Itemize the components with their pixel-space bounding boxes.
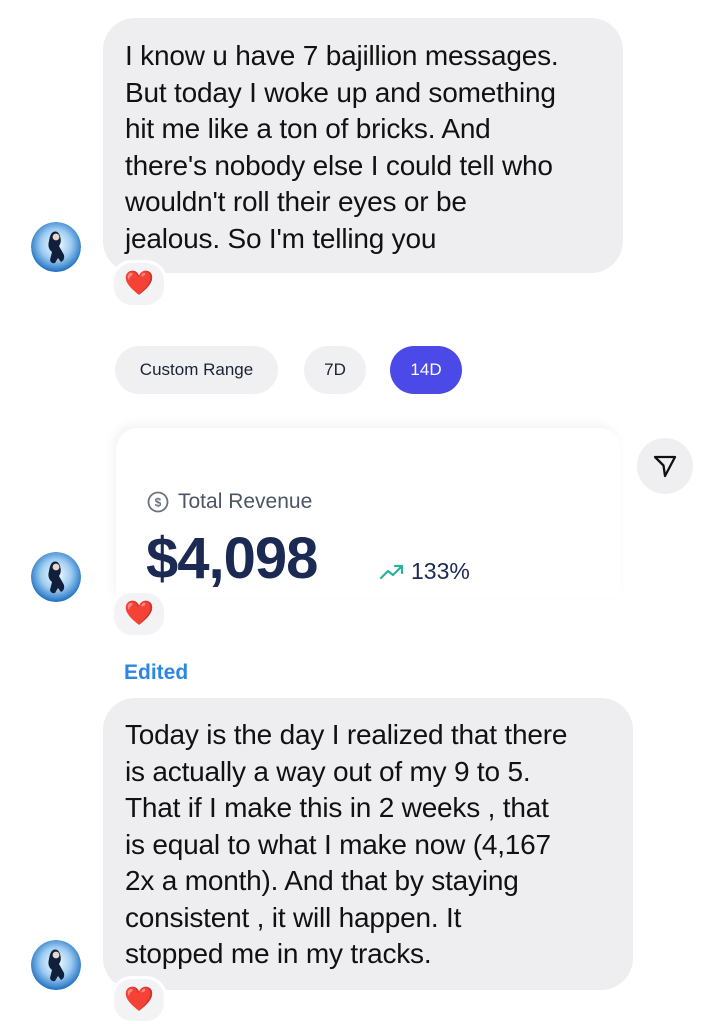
revenue-header: $ Total Revenue bbox=[147, 490, 312, 514]
dollar-circle-icon: $ bbox=[147, 491, 169, 513]
message-1: I know u have 7 bajillion messages. But … bbox=[0, 0, 713, 310]
avatar-image bbox=[31, 222, 81, 272]
svg-text:$: $ bbox=[155, 496, 162, 510]
chip-label: 7D bbox=[324, 360, 346, 379]
forward-button[interactable] bbox=[637, 438, 693, 494]
chip-14d[interactable]: 14D bbox=[390, 346, 462, 394]
heart-icon: ❤️ bbox=[124, 270, 154, 297]
edited-label: Edited bbox=[124, 661, 189, 684]
paper-plane-icon bbox=[653, 455, 677, 478]
chip-custom-range[interactable]: Custom Range bbox=[115, 346, 278, 394]
message-bubble[interactable]: I know u have 7 bajillion messages. But … bbox=[103, 18, 623, 273]
revenue-label: Total Revenue bbox=[178, 490, 313, 513]
reaction-heart[interactable]: ❤️ bbox=[111, 590, 167, 638]
avatar[interactable] bbox=[31, 222, 81, 272]
avatar[interactable] bbox=[31, 552, 81, 602]
message-text: I know u have 7 bajillion messages. But … bbox=[125, 40, 559, 254]
chip-label: 14D bbox=[410, 360, 442, 379]
reaction-heart[interactable]: ❤️ bbox=[111, 976, 167, 1024]
revenue-change: 133% bbox=[379, 558, 470, 585]
revenue-value: $4,098 bbox=[146, 526, 318, 591]
revenue-card[interactable]: $ Total Revenue $4,098 133% bbox=[116, 428, 621, 598]
avatar-image bbox=[31, 940, 81, 990]
heart-icon: ❤️ bbox=[124, 986, 154, 1013]
trend-up-icon bbox=[379, 564, 404, 579]
reaction-heart[interactable]: ❤️ bbox=[111, 260, 167, 308]
avatar-image bbox=[31, 552, 81, 602]
heart-icon: ❤️ bbox=[124, 600, 154, 627]
chip-7d[interactable]: 7D bbox=[304, 346, 366, 394]
revenue-change-value: 133% bbox=[411, 558, 470, 584]
chip-label: Custom Range bbox=[139, 360, 254, 379]
message-bubble[interactable]: Today is the day I realized that there i… bbox=[103, 698, 633, 990]
avatar[interactable] bbox=[31, 940, 81, 990]
message-text: Today is the day I realized that there i… bbox=[125, 719, 568, 969]
